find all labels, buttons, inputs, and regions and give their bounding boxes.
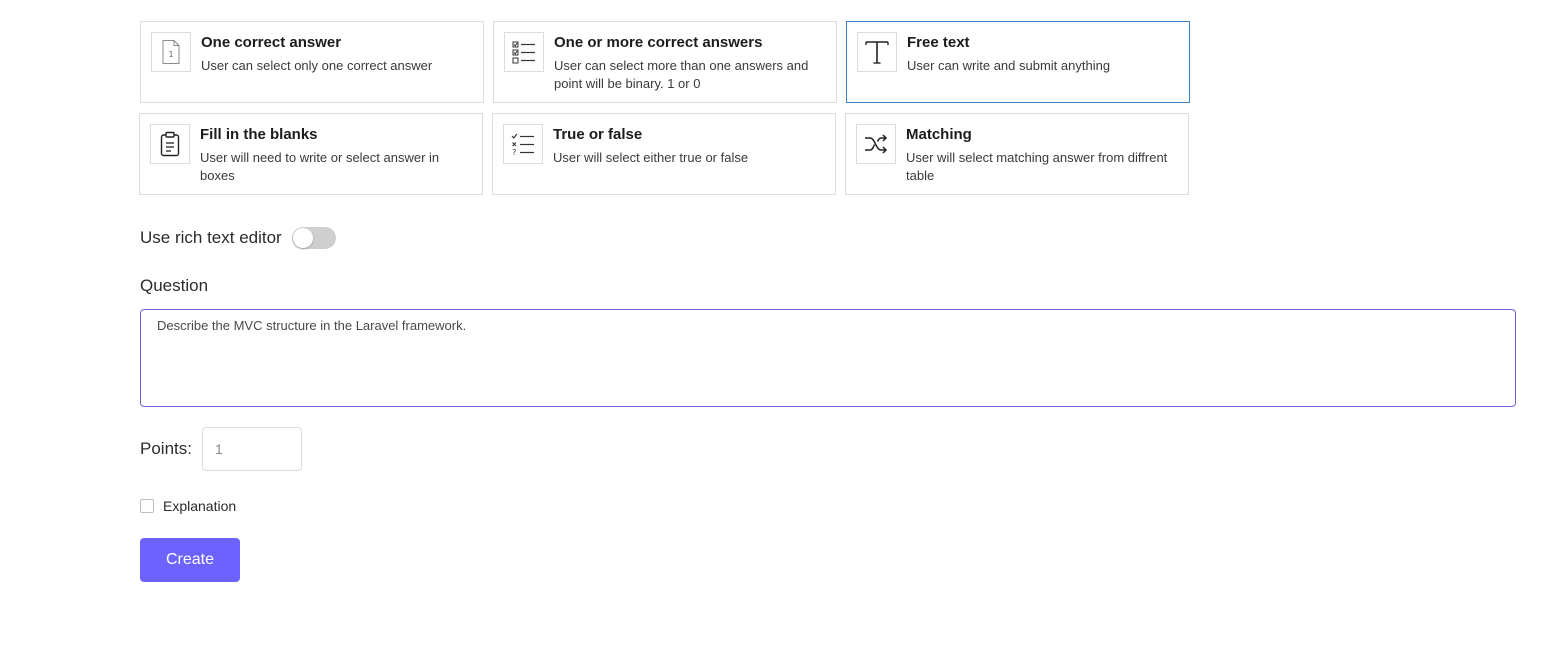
type-card-description: User will need to write or select answer… bbox=[200, 150, 440, 183]
points-input[interactable] bbox=[201, 427, 302, 471]
rich-text-label: Use rich text editor bbox=[140, 228, 282, 247]
question-input[interactable]: Describe the MVC structure in the Larave… bbox=[140, 309, 1516, 407]
type-card-title: Fill in the blanks bbox=[200, 126, 318, 143]
type-card-multiple-correct[interactable]: One or more correct answers User can sel… bbox=[493, 21, 837, 103]
rich-text-toggle-row: Use rich text editor bbox=[140, 226, 336, 250]
type-card-fill-blanks[interactable]: Fill in the blanks User will need to wri… bbox=[139, 113, 483, 195]
clipboard-icon bbox=[150, 124, 190, 164]
type-card-description: User will select either true or false bbox=[553, 150, 749, 165]
type-card-title: One or more correct answers bbox=[554, 34, 763, 51]
type-card-true-false[interactable]: ? True or false User will select either … bbox=[492, 113, 836, 195]
points-row: Points: bbox=[140, 427, 302, 471]
explanation-row: Explanation bbox=[140, 497, 236, 515]
type-card-title: True or false bbox=[553, 126, 643, 143]
question-label: Question bbox=[140, 276, 209, 295]
type-card-free-text[interactable]: Free text User can write and submit anyt… bbox=[846, 21, 1190, 103]
type-card-one-correct[interactable]: 1 One correct answer User can select onl… bbox=[140, 21, 484, 103]
svg-text:1: 1 bbox=[168, 50, 173, 59]
explanation-checkbox[interactable] bbox=[140, 499, 154, 513]
type-card-description: User can select more than one answers an… bbox=[554, 58, 809, 91]
rich-text-toggle[interactable] bbox=[291, 227, 336, 249]
points-label: Points: bbox=[140, 439, 192, 458]
true-false-list-icon: ? bbox=[503, 124, 543, 164]
create-button[interactable]: Create bbox=[140, 538, 240, 582]
toggle-knob bbox=[292, 228, 313, 248]
checklist-icon bbox=[504, 32, 544, 72]
text-t-icon bbox=[857, 32, 897, 72]
question-type-grid: 1 One correct answer User can select onl… bbox=[139, 21, 1190, 195]
type-card-title: Free text bbox=[907, 34, 970, 51]
explanation-label: Explanation bbox=[163, 498, 237, 514]
svg-text:?: ? bbox=[512, 148, 516, 157]
type-card-title: One correct answer bbox=[201, 34, 342, 51]
type-card-description: User will select matching answer from di… bbox=[906, 150, 1168, 183]
type-card-description: User can select only one correct answer bbox=[201, 58, 433, 73]
shuffle-icon bbox=[856, 124, 896, 164]
type-card-matching[interactable]: Matching User will select matching answe… bbox=[845, 113, 1189, 195]
type-card-title: Matching bbox=[906, 126, 972, 143]
document-number-icon: 1 bbox=[151, 32, 191, 72]
type-card-description: User can write and submit anything bbox=[907, 58, 1111, 73]
